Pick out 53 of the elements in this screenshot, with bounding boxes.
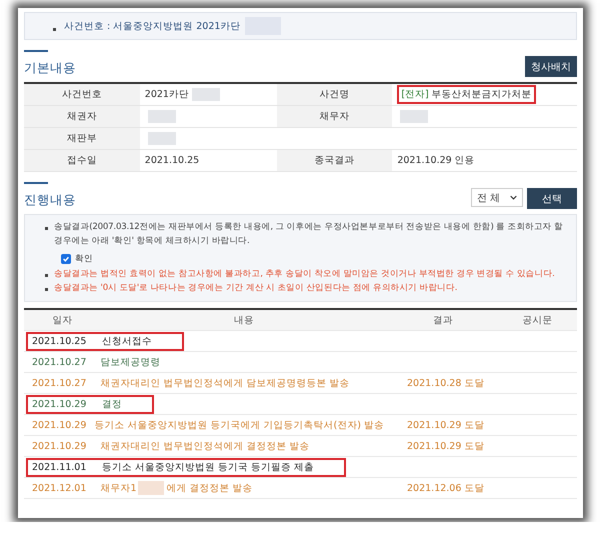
content-text: 에게 결정정본 발송 — [166, 482, 253, 494]
case-number-text: 사건번호 : 서울중앙지방법원 2021카단 — [64, 20, 240, 32]
date-cell-text: 2021.10.25 — [31, 336, 88, 346]
content-text: 결정 — [102, 398, 122, 410]
column-header: 일자 — [52, 314, 74, 326]
column-header: 결과 — [432, 314, 454, 326]
case-tag: [전자] — [401, 88, 429, 101]
select-button[interactable]: 선택 — [527, 188, 577, 209]
value-text: 2021.10.29 인용 — [397, 154, 475, 167]
court-map-button[interactable]: 청사배치 — [525, 56, 577, 77]
bullet-icon — [45, 227, 48, 230]
result-cell-text: 2021.10.29 도달 — [407, 440, 486, 452]
date-cell-text: 2021.10.29 — [31, 440, 88, 452]
content-text: 채무자1 — [100, 482, 136, 494]
content-text: 신청서접수 — [102, 334, 152, 348]
section-title: 기본내용 — [24, 50, 76, 77]
date-cell-text: 2021.10.27 — [31, 378, 88, 388]
info-label: 재판부 — [24, 128, 140, 149]
date-cell-text: 2021.10.29 — [31, 398, 88, 410]
notice-text: 송달결과는 '0시 도달'로 나타나는 경우에는 기간 계산 시 초일이 산입된다는 점에 유의하시기 바랍니다. — [54, 282, 458, 295]
content-text: 담보제공명령 — [100, 356, 160, 368]
notice-text: 송달결과는 법적인 효력이 없는 참고사항에 불과하고, 추후 송달이 착오에 말미암은 것이거나 부적법한 경우 변경될 수 있습니다. — [54, 268, 555, 281]
notice-text: 송달결과(2007.03.12전에는 재판부에서 등록한 내용에, 그 이후에는 우정사업본부로부터 전송받은 내용에 한함) 를 조회하고자 할 경우에는 아래 '확인' 항목에 체크하시기 바랍니다. — [54, 221, 564, 248]
content-text: 채권자대리인 법무법인정석에게 결정정본 발송 — [100, 440, 310, 452]
date-cell-text: 2021.10.27 — [31, 356, 88, 368]
bullet-icon — [53, 28, 56, 30]
bullet-icon — [45, 274, 48, 277]
value-text: 2021카단 — [144, 88, 189, 101]
date-cell-text: 2021.12.01 — [31, 482, 88, 494]
checkbox-label: 확인 — [75, 253, 93, 266]
date-cell-text: 2021.11.01 — [31, 462, 88, 472]
info-label: 채무자 — [276, 106, 392, 127]
column-header: 내용 — [233, 314, 256, 326]
result-cell-text: 2021.10.28 도달 — [407, 376, 486, 390]
section-title: 진행내용 — [24, 182, 76, 209]
date-cell-text: 2021.10.29 — [31, 420, 88, 430]
info-label: 사건번호 — [24, 84, 140, 105]
result-cell-text: 2021.10.29 도달 — [407, 418, 486, 432]
info-label: 사건명 — [276, 84, 392, 105]
info-label: 종국결과 — [276, 150, 392, 171]
checkbox[interactable] — [61, 254, 71, 264]
bullet-icon — [45, 288, 48, 291]
column-header: 공시문 — [521, 314, 554, 326]
content-text: 등기소 서울중앙지방법원 등기국 등기필증 제출 — [102, 460, 314, 474]
filter-dropdown[interactable]: 전 체 — [471, 188, 523, 207]
value-text: 2021.10.25 — [144, 155, 200, 166]
info-label: 채권자 — [24, 106, 140, 127]
info-label: 접수일 — [24, 150, 140, 171]
result-cell-text: 2021.12.06 도달 — [407, 482, 486, 494]
caret-icon — [510, 195, 517, 200]
content-text: 등기소 서울중앙지방법원 등기국에게 기입등기촉탁서(전자) 발송 — [94, 418, 384, 432]
value-text: 부동산처분금지가처분 — [432, 88, 532, 101]
content-text: 채권자대리인 법무법인정석에게 담보제공명령등본 발송 — [100, 376, 350, 390]
